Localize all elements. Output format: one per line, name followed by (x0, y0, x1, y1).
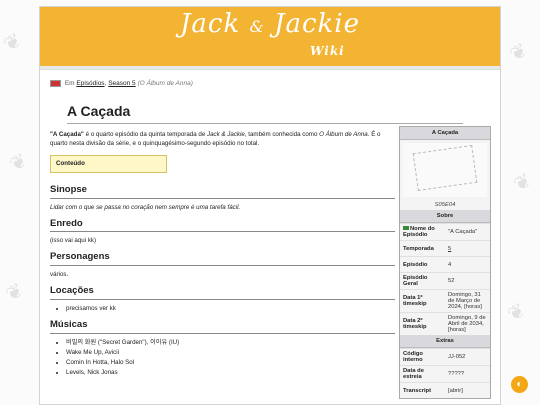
list-item: precisamos ver kk (66, 305, 395, 314)
locations-list: precisamos ver kk (66, 305, 395, 314)
logo-text: Jack (180, 9, 241, 39)
flag-icon (50, 80, 61, 87)
image-caption: S05E04 (434, 202, 456, 208)
table-of-contents[interactable]: Conteúdo (50, 154, 167, 173)
section-heading: Locações (50, 284, 395, 300)
infobox-row: Temporada 5 (400, 240, 490, 256)
section-heading: Enredo (50, 217, 395, 233)
background-leaf-icon: ❦ (505, 37, 532, 67)
intro-paragraph: "A Caçada" é o quarto episódio da quinta… (50, 131, 381, 147)
flag-icon (403, 226, 409, 230)
list-item: Comin In Hotta, Halo Sol (66, 359, 395, 368)
list-item: Wake Me Up, Avicii (66, 349, 395, 358)
background-leaf-icon: ❦ (1, 277, 28, 307)
breadcrumb-link-season[interactable]: Season 5 (108, 80, 135, 87)
episode-image[interactable] (403, 143, 487, 197)
background-leaf-icon: ❦ (509, 167, 536, 197)
infobox-row: Data 1º timeskip Domingo, 31 de Março de… (400, 289, 490, 312)
breadcrumb-link-episodios[interactable]: Episódios (76, 80, 104, 87)
transcript-link[interactable]: [abrir] (445, 386, 490, 396)
list-item: Levels, Nick Jonas (66, 369, 395, 378)
season-link[interactable]: 5 (448, 246, 451, 252)
infobox-row: Código interno JJ-052 (400, 348, 490, 365)
theme-toggle-icon[interactable]: ◐ (511, 376, 528, 393)
infobox-row: Episódio 4 (400, 256, 490, 272)
music-list: 비밀의 화원 ("Secret Garden"), 이이유 (IU) Wake … (66, 339, 395, 378)
section-text: (isso vai aqui kk) (50, 237, 97, 245)
breadcrumb: Em Episódios, Season 5 (O Álbum de Anna) (50, 80, 193, 87)
background-leaf-icon: ❦ (503, 297, 530, 327)
logo-wiki: Wiki (310, 44, 345, 58)
section-heading: Sinopse (50, 183, 395, 199)
infobox-row: Data de estreia ????? (400, 365, 490, 382)
top-nav-bar (40, 66, 500, 70)
logo-text: Jackie (274, 9, 360, 39)
infobox-row: Transcript [abrir] (400, 382, 490, 398)
infobox-section-extras: Extras (400, 335, 490, 348)
infobox-section-sobre: Sobre (400, 210, 490, 223)
background-leaf-icon: ❦ (0, 27, 26, 57)
section-heading: Músicas (50, 318, 395, 334)
wiki-logo[interactable]: Jack & Jackie Wiki (40, 9, 500, 58)
section-text: Lidar com o que se passa no coração nem … (50, 203, 241, 211)
article-body: "A Caçada" é o quarto episódio da quinta… (50, 131, 395, 379)
wiki-page: Jack & Jackie Wiki Em Episódios, Season … (39, 6, 501, 405)
section-text: vários. (50, 271, 69, 279)
sketch-image (412, 145, 478, 191)
infobox-title: A Caçada (400, 127, 490, 140)
episode-infobox: A Caçada S05E04 Sobre Nome do Episódio "… (399, 126, 491, 399)
background-leaf-icon: ❦ (5, 147, 32, 177)
list-item: 비밀의 화원 ("Secret Garden"), 이이유 (IU) (66, 339, 395, 348)
logo-amp: & (249, 17, 265, 36)
infobox-row: Data 2º timeskip Domingo, 9 de Abril de … (400, 312, 490, 335)
infobox-row: Episódio Geral 52 (400, 272, 490, 289)
infobox-row: Nome do Episódio "A Caçada" (400, 223, 490, 240)
page-title: A Caçada (67, 103, 463, 124)
wiki-banner[interactable]: Jack & Jackie Wiki (40, 7, 500, 66)
breadcrumb-note: (O Álbum de Anna) (137, 80, 193, 88)
section-heading: Personagens (50, 250, 395, 267)
